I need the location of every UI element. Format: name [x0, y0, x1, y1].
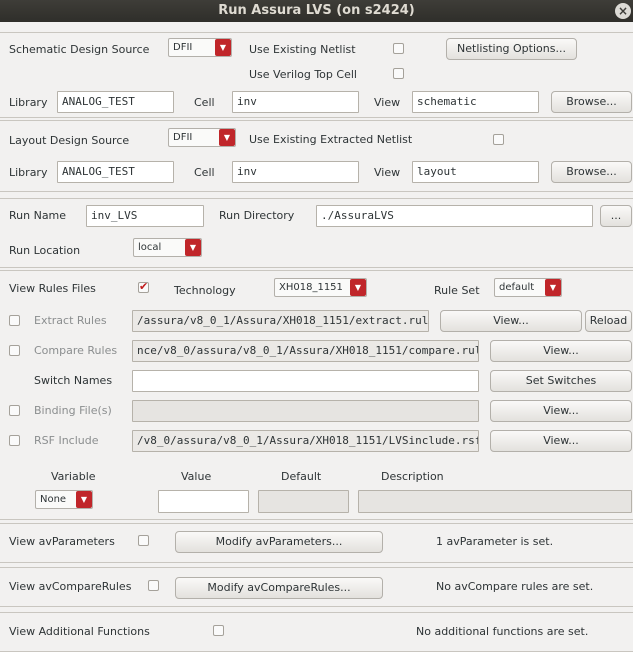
chevron-down-icon: ▼	[350, 279, 366, 296]
use-existing-netlist-checkbox[interactable]	[393, 43, 404, 54]
compare-rules-checkbox[interactable]	[9, 345, 20, 356]
chevron-down-icon: ▼	[76, 491, 92, 508]
layout-browse-button[interactable]: Browse...	[551, 161, 632, 183]
technology-value: XH018_1151	[279, 282, 343, 293]
layout-view-label: View	[374, 166, 401, 179]
schematic-source-label: Schematic Design Source	[9, 43, 150, 56]
use-existing-extracted-label: Use Existing Extracted Netlist	[249, 133, 413, 146]
avparameters-status: 1 avParameter is set.	[436, 535, 554, 548]
extract-rules-checkbox[interactable]	[9, 315, 20, 326]
chevron-down-icon: ▼	[219, 129, 235, 146]
layout-source-label: Layout Design Source	[9, 134, 130, 147]
schematic-browse-button[interactable]: Browse...	[551, 91, 632, 113]
view-additional-functions-label: View Additional Functions	[9, 625, 150, 638]
use-existing-netlist-label: Use Existing Netlist	[249, 43, 356, 56]
rsf-include-view-button[interactable]: View...	[490, 430, 632, 452]
additional-functions-status: No additional functions are set.	[416, 625, 589, 638]
layout-source-value: DFII	[173, 132, 193, 143]
view-rules-files-label: View Rules Files	[9, 282, 96, 295]
view-avparameters-checkbox[interactable]	[138, 535, 149, 546]
view-avcomparerules-label: View avCompareRules	[9, 580, 132, 593]
schematic-library-label: Library	[9, 96, 48, 109]
variable-dropdown[interactable]: None ▼	[35, 490, 93, 509]
technology-label: Technology	[174, 284, 236, 297]
binding-files-field[interactable]	[132, 400, 479, 422]
view-additional-functions-checkbox[interactable]	[213, 625, 224, 636]
use-existing-extracted-checkbox[interactable]	[493, 134, 504, 145]
run-directory-browse-button[interactable]: ...	[600, 205, 632, 227]
schematic-cell-field[interactable]: inv	[232, 91, 359, 113]
binding-files-checkbox[interactable]	[9, 405, 20, 416]
description-header: Description	[381, 470, 444, 483]
schematic-library-field[interactable]: ANALOG_TEST	[57, 91, 174, 113]
schematic-source-value: DFII	[173, 42, 193, 53]
window-titlebar: Run Assura LVS (on s2424)	[0, 0, 633, 22]
use-verilog-top-cell-label: Use Verilog Top Cell	[249, 68, 357, 81]
layout-cell-label: Cell	[194, 166, 215, 179]
rule-set-value: default	[499, 282, 535, 293]
compare-rules-view-button[interactable]: View...	[490, 340, 632, 362]
layout-source-dropdown[interactable]: DFII ▼	[168, 128, 236, 147]
rsf-include-label: RSF Include	[34, 434, 99, 447]
rsf-include-checkbox[interactable]	[9, 435, 20, 446]
layout-view-field[interactable]: layout	[412, 161, 539, 183]
run-directory-field[interactable]: ./AssuraLVS	[316, 205, 593, 227]
view-avparameters-label: View avParameters	[9, 535, 115, 548]
layout-library-field[interactable]: ANALOG_TEST	[57, 161, 174, 183]
extract-rules-label: Extract Rules	[34, 314, 107, 327]
modify-avparameters-button[interactable]: Modify avParameters...	[175, 531, 383, 553]
extract-rules-field[interactable]: /assura/v8_0_1/Assura/XH018_1151/extract…	[132, 310, 429, 332]
schematic-view-label: View	[374, 96, 401, 109]
rsf-include-field[interactable]: /v8_0/assura/v8_0_1/Assura/XH018_1151/LV…	[132, 430, 479, 452]
view-rules-files-checkbox[interactable]	[138, 280, 149, 294]
schematic-cell-label: Cell	[194, 96, 215, 109]
run-location-dropdown[interactable]: local ▼	[133, 238, 202, 257]
switch-names-label: Switch Names	[34, 374, 113, 387]
variable-value: None	[40, 494, 67, 505]
variable-description-field	[358, 490, 632, 513]
variable-default-field	[258, 490, 349, 513]
netlisting-options-button[interactable]: Netlisting Options...	[446, 38, 577, 60]
rule-set-label: Rule Set	[434, 284, 480, 297]
window-title: Run Assura LVS (on s2424)	[218, 3, 415, 18]
run-location-label: Run Location	[9, 244, 81, 257]
chevron-down-icon: ▼	[185, 239, 201, 256]
layout-cell-field[interactable]: inv	[232, 161, 359, 183]
reload-button[interactable]: Reload	[585, 310, 632, 332]
rule-set-dropdown[interactable]: default ▼	[494, 278, 562, 297]
compare-rules-field[interactable]: nce/v8_0/assura/v8_0_1/Assura/XH018_1151…	[132, 340, 479, 362]
extract-rules-view-button[interactable]: View...	[440, 310, 582, 332]
view-avcomparerules-checkbox[interactable]	[148, 580, 159, 591]
binding-files-view-button[interactable]: View...	[490, 400, 632, 422]
variable-value-field[interactable]	[158, 490, 249, 513]
schematic-view-field[interactable]: schematic	[412, 91, 539, 113]
modify-avcomparerules-button[interactable]: Modify avCompareRules...	[175, 577, 383, 599]
use-verilog-top-cell-checkbox[interactable]	[393, 68, 404, 79]
run-directory-label: Run Directory	[219, 209, 295, 222]
schematic-source-dropdown[interactable]: DFII ▼	[168, 38, 232, 57]
binding-files-label: Binding File(s)	[34, 404, 112, 417]
chevron-down-icon: ▼	[545, 279, 561, 296]
run-location-value: local	[138, 242, 162, 253]
variable-header: Variable	[51, 470, 96, 483]
compare-rules-label: Compare Rules	[34, 344, 118, 357]
set-switches-button[interactable]: Set Switches	[490, 370, 632, 392]
avcomparerules-status: No avCompare rules are set.	[436, 580, 594, 593]
run-name-field[interactable]: inv_LVS	[86, 205, 204, 227]
close-icon[interactable]: ×	[615, 3, 631, 19]
layout-library-label: Library	[9, 166, 48, 179]
default-header: Default	[281, 470, 322, 483]
value-header: Value	[181, 470, 212, 483]
switch-names-field[interactable]	[132, 370, 479, 392]
chevron-down-icon: ▼	[215, 39, 231, 56]
technology-dropdown[interactable]: XH018_1151 ▼	[274, 278, 367, 297]
run-name-label: Run Name	[9, 209, 67, 222]
